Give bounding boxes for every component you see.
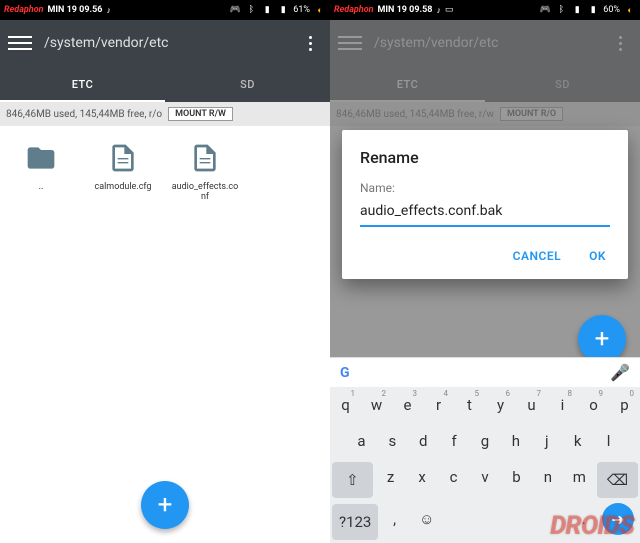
item-label: calmodule.cfg xyxy=(95,182,152,192)
screen-left: Redaphon MIN 19 09.56 ♪ 🎮 ᛒ ▮ ▮ 61% ◐ /s… xyxy=(0,0,330,543)
tab-etc[interactable]: ETC xyxy=(0,66,165,102)
music-icon: ♪ xyxy=(436,5,441,16)
battery-icon: ▮ xyxy=(277,4,289,16)
fab-add[interactable]: + xyxy=(141,481,189,529)
key-m[interactable]: m xyxy=(564,459,595,495)
key-f[interactable]: f xyxy=(439,423,470,459)
key-u[interactable]: u7 xyxy=(516,387,547,423)
key-shift[interactable]: ⇧ xyxy=(332,462,373,498)
music-icon: ♪ xyxy=(106,5,111,16)
overflow-icon[interactable] xyxy=(298,31,322,55)
cancel-button[interactable]: CANCEL xyxy=(509,243,565,269)
key-g[interactable]: g xyxy=(470,423,501,459)
status-time: MIN 19 09.56 xyxy=(48,5,103,15)
item-label: .. xyxy=(39,182,44,192)
keyboard-row-4: ?123 , ☺ . ➜ xyxy=(330,501,640,543)
key-p[interactable]: p0 xyxy=(609,387,640,423)
key-n[interactable]: n xyxy=(532,459,563,495)
plus-icon: + xyxy=(158,490,173,520)
key-e[interactable]: e3 xyxy=(392,387,423,423)
keyboard-row-3: ⇧zxcvbnm⌫ xyxy=(330,459,640,501)
list-item[interactable]: .. xyxy=(6,140,76,539)
item-label: audio_effects.conf xyxy=(171,182,239,202)
folder-icon xyxy=(23,140,59,176)
soft-keyboard: G 🎤 q1w2e3r4t5y6u7i8o9p0 asdfghjkl ⇧zxcv… xyxy=(330,357,640,543)
battery-percent: 60% xyxy=(603,5,620,15)
key-c[interactable]: c xyxy=(438,459,469,495)
breadcrumb-path[interactable]: /system/vendor/etc xyxy=(44,35,169,51)
screen-right: Redaphon MIN 19 09.58 ♪ ▭ 🎮 ᛒ ▮ ▮ 60% ◐ … xyxy=(330,0,640,543)
hamburger-icon[interactable] xyxy=(8,31,32,55)
signal-icon: ▮ xyxy=(261,4,273,16)
status-time: MIN 19 09.58 xyxy=(378,5,433,15)
key-y[interactable]: y6 xyxy=(485,387,516,423)
key-b[interactable]: b xyxy=(501,459,532,495)
tab-bar: ETC SD xyxy=(0,66,330,102)
key-x[interactable]: x xyxy=(406,459,437,495)
key-v[interactable]: v xyxy=(469,459,500,495)
mic-icon[interactable]: 🎤 xyxy=(610,363,630,382)
tab-sd[interactable]: SD xyxy=(165,66,330,102)
key-emoji[interactable]: ☺ xyxy=(409,501,445,537)
bluetooth-icon: ᛒ xyxy=(555,4,567,16)
key-space[interactable] xyxy=(445,501,570,537)
key-a[interactable]: a xyxy=(346,423,377,459)
list-item[interactable]: calmodule.cfg xyxy=(88,140,158,539)
bluetooth-icon: ᛒ xyxy=(245,4,257,16)
key-comma[interactable]: , xyxy=(380,501,409,537)
rename-dialog: Rename Name: CANCEL OK xyxy=(342,130,628,279)
controller-icon: 🎮 xyxy=(539,4,551,16)
key-backspace[interactable]: ⌫ xyxy=(597,462,638,498)
key-s[interactable]: s xyxy=(377,423,408,459)
image-icon: ▭ xyxy=(445,5,454,15)
keyboard-row-2: asdfghjkl xyxy=(330,423,640,459)
key-r[interactable]: r4 xyxy=(423,387,454,423)
key-o[interactable]: o9 xyxy=(578,387,609,423)
plus-icon: + xyxy=(595,324,610,354)
controller-icon: 🎮 xyxy=(229,4,241,16)
field-label: Name: xyxy=(360,181,610,195)
key-t[interactable]: t5 xyxy=(454,387,485,423)
key-w[interactable]: w2 xyxy=(361,387,392,423)
rename-input[interactable] xyxy=(360,199,610,227)
google-suggestion-bar[interactable]: G 🎤 xyxy=(330,357,640,387)
key-symbols[interactable]: ?123 xyxy=(332,504,378,540)
status-bar: Redaphon MIN 19 09.56 ♪ 🎮 ᛒ ▮ ▮ 61% ◐ xyxy=(0,0,330,20)
battery-icon: ▮ xyxy=(587,4,599,16)
key-z[interactable]: z xyxy=(375,459,406,495)
list-item[interactable]: audio_effects.conf xyxy=(170,140,240,539)
key-d[interactable]: d xyxy=(408,423,439,459)
dialog-title: Rename xyxy=(360,148,610,167)
carrier-label: Redaphon xyxy=(334,5,374,15)
storage-info: 846,46MB used, 145,44MB free, r/o MOUNT … xyxy=(0,102,330,126)
profile-icon: ◐ xyxy=(314,4,326,16)
mount-button[interactable]: MOUNT R/W xyxy=(168,107,233,121)
ok-button[interactable]: OK xyxy=(585,243,610,269)
carrier-label: Redaphon xyxy=(4,5,44,15)
key-j[interactable]: j xyxy=(531,423,562,459)
key-enter[interactable]: ➜ xyxy=(602,503,634,535)
signal-icon: ▮ xyxy=(571,4,583,16)
storage-text: 846,46MB used, 145,44MB free, r/o xyxy=(6,109,162,120)
key-i[interactable]: i8 xyxy=(547,387,578,423)
key-period[interactable]: . xyxy=(569,501,598,537)
file-icon xyxy=(187,140,223,176)
key-l[interactable]: l xyxy=(593,423,624,459)
profile-icon: ◐ xyxy=(624,4,636,16)
key-h[interactable]: h xyxy=(500,423,531,459)
key-q[interactable]: q1 xyxy=(330,387,361,423)
fab-add[interactable]: + xyxy=(578,315,626,363)
keyboard-row-1: q1w2e3r4t5y6u7i8o9p0 xyxy=(330,387,640,423)
battery-percent: 61% xyxy=(293,5,310,15)
key-k[interactable]: k xyxy=(562,423,593,459)
file-icon xyxy=(105,140,141,176)
app-bar: /system/vendor/etc xyxy=(0,20,330,66)
status-bar: Redaphon MIN 19 09.58 ♪ ▭ 🎮 ᛒ ▮ ▮ 60% ◐ xyxy=(330,0,640,20)
file-grid: .. calmodule.cfg audio_effects.conf + xyxy=(0,126,330,543)
google-logo-icon: G xyxy=(340,365,350,381)
